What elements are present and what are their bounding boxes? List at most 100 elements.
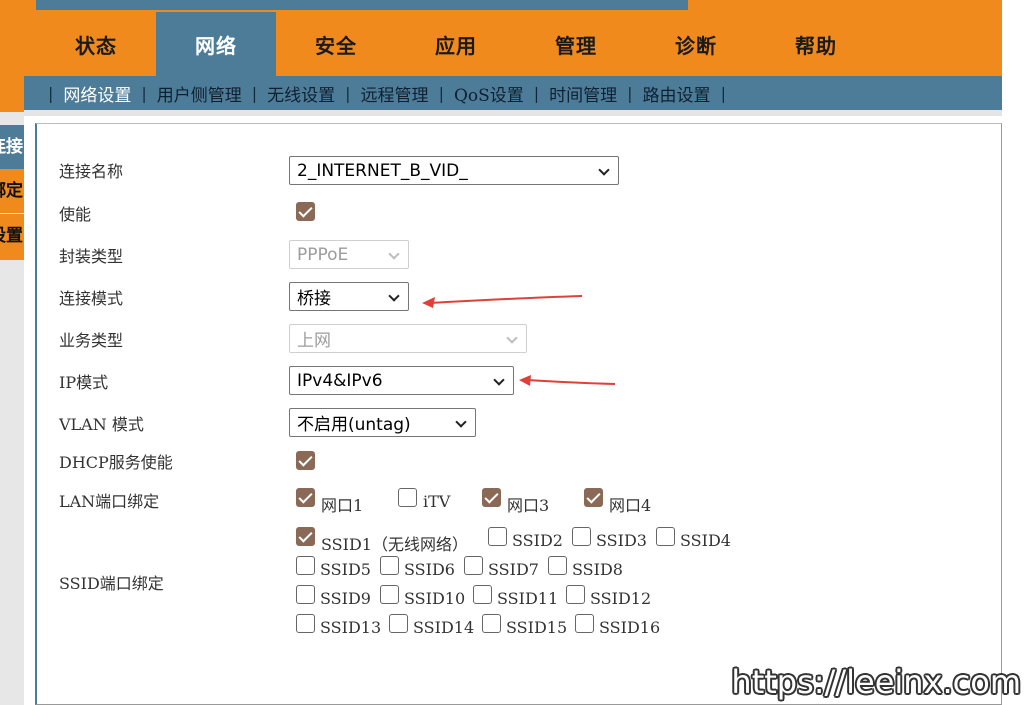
ssid-10-label: SSID10 — [404, 589, 466, 608]
ssid-12-label: SSID12 — [590, 589, 652, 608]
chevron-down-icon — [506, 332, 518, 344]
chevron-down-icon — [598, 164, 610, 176]
connection-mode-value: 桥接 — [297, 289, 331, 309]
ssid-7-checkbox[interactable] — [464, 556, 483, 575]
lan-binding-label: LAN端口绑定 — [59, 492, 160, 511]
ssid-13-checkbox[interactable] — [296, 614, 315, 633]
sub-tab-qos[interactable]: QoS设置 — [454, 81, 524, 106]
sub-nav-separator: | — [141, 83, 147, 103]
ip-mode-label: IP模式 — [59, 373, 109, 392]
ssid-15-checkbox[interactable] — [482, 614, 501, 633]
main-tab-security[interactable]: 安全 — [276, 12, 396, 76]
wan-settings-form: 连接名称 2_INTERNET_B_VID_ 使能 封装类型 PPPoE 连接模… — [35, 123, 1002, 705]
ssid-2-checkbox[interactable] — [488, 527, 507, 546]
main-tab-status[interactable]: 状态 — [36, 12, 156, 76]
sub-tab-user-side[interactable]: 用户侧管理 — [157, 81, 242, 106]
ip-mode-select[interactable]: IPv4&IPv6 — [289, 366, 514, 395]
annotation-arrow-icon — [422, 295, 583, 308]
main-tab-applications[interactable]: 应用 — [396, 12, 516, 76]
ssid-16-checkbox[interactable] — [575, 614, 594, 633]
ssid-11-label: SSID11 — [497, 589, 559, 608]
sub-nav-separator: | — [251, 83, 258, 103]
ssid-11-checkbox[interactable] — [473, 585, 492, 604]
vlan-mode-select[interactable]: 不启用(untag) — [289, 408, 476, 437]
main-tab-diagnostics[interactable]: 诊断 — [636, 12, 756, 76]
enable-checkbox[interactable] — [296, 202, 315, 221]
lan-port-4-checkbox[interactable] — [584, 488, 603, 507]
lan-port-3-label: 网口3 — [507, 496, 550, 515]
sub-nav-separator: | — [345, 83, 351, 103]
ssid-15-label: SSID15 — [506, 618, 568, 637]
ssid-6-checkbox[interactable] — [380, 556, 399, 575]
lan-port-3-checkbox[interactable] — [482, 488, 501, 507]
connection-name-value: 2_INTERNET_B_VID_ — [297, 160, 468, 181]
ssid-14-label: SSID14 — [413, 618, 475, 637]
ssid-4-label: SSID4 — [680, 531, 731, 550]
ip-mode-value: IPv4&IPv6 — [297, 370, 383, 391]
top-header-stripe — [36, 0, 688, 10]
sub-tab-time[interactable]: 时间管理 — [549, 81, 617, 106]
ssid-5-checkbox[interactable] — [296, 556, 315, 575]
side-nav-item-connection[interactable]: 连接 — [0, 125, 24, 169]
dhcp-checkbox[interactable] — [296, 451, 315, 470]
ssid-1-label: SSID1（无线网络） — [321, 535, 468, 554]
ssid-7-label: SSID7 — [488, 560, 539, 579]
enable-label: 使能 — [59, 205, 92, 224]
main-tab-network[interactable]: 网络 — [156, 12, 276, 76]
sub-tab-routing[interactable]: 路由设置 — [643, 81, 711, 106]
sub-nav-separator: | — [48, 83, 54, 103]
ssid-9-checkbox[interactable] — [296, 585, 315, 604]
ssid-2-label: SSID2 — [512, 531, 563, 550]
ssid-8-label: SSID8 — [572, 560, 623, 579]
side-nav-item-settings[interactable]: 设置 — [0, 214, 24, 260]
chevron-down-icon — [388, 248, 400, 260]
annotation-arrow-icon — [519, 375, 616, 386]
chevron-down-icon — [455, 416, 467, 428]
sub-nav-separator: | — [438, 83, 444, 103]
main-tab-management[interactable]: 管理 — [516, 12, 636, 76]
sub-nav-stripe — [24, 110, 1002, 116]
service-type-label: 业务类型 — [59, 331, 124, 350]
ssid-12-checkbox[interactable] — [566, 585, 585, 604]
ssid-13-label: SSID13 — [320, 618, 382, 637]
lan-port-1-checkbox[interactable] — [296, 488, 315, 507]
ssid-5-label: SSID5 — [320, 560, 371, 579]
ssid-1-checkbox[interactable] — [296, 527, 315, 546]
ssid-10-checkbox[interactable] — [380, 585, 399, 604]
watermark: https://leeinx.com — [731, 663, 1021, 701]
lan-port-itv-label: iTV — [423, 492, 451, 511]
sub-tab-remote[interactable]: 远程管理 — [361, 81, 429, 106]
ssid-14-checkbox[interactable] — [389, 614, 408, 633]
ssid-9-label: SSID9 — [320, 589, 371, 608]
connection-mode-select[interactable]: 桥接 — [289, 282, 409, 311]
ssid-8-checkbox[interactable] — [548, 556, 567, 575]
ssid-3-checkbox[interactable] — [572, 527, 591, 546]
lan-port-1-label: 网口1 — [321, 496, 364, 515]
connection-mode-label: 连接模式 — [59, 289, 124, 308]
service-type-value: 上网 — [297, 331, 331, 351]
encap-type-select: PPPoE — [289, 240, 409, 269]
sub-tab-wireless[interactable]: 无线设置 — [267, 81, 335, 106]
sub-nav-separator: | — [627, 83, 633, 103]
side-nav-item-binding[interactable]: 绑定 — [0, 169, 24, 213]
sub-nav-separator: | — [720, 83, 726, 103]
chevron-down-icon — [388, 290, 400, 302]
lan-port-itv-checkbox[interactable] — [398, 488, 417, 507]
encap-type-label: 封装类型 — [59, 247, 124, 266]
connection-name-label: 连接名称 — [59, 162, 124, 181]
ssid-3-label: SSID3 — [596, 531, 647, 550]
service-type-select: 上网 — [289, 324, 527, 353]
chevron-down-icon — [493, 374, 505, 386]
ssid-16-label: SSID16 — [599, 618, 661, 637]
ssid-6-label: SSID6 — [404, 560, 455, 579]
main-tab-help[interactable]: 帮助 — [756, 12, 876, 76]
ssid-4-checkbox[interactable] — [656, 527, 675, 546]
encap-type-value: PPPoE — [297, 244, 349, 265]
vlan-mode-value: 不启用(untag) — [297, 415, 411, 435]
sub-nav: | 网络设置 | 用户侧管理 | 无线设置 | 远程管理 | QoS设置 | 时… — [24, 76, 1002, 110]
lan-port-4-label: 网口4 — [609, 496, 652, 515]
sub-tab-network-settings[interactable]: 网络设置 — [63, 81, 131, 106]
connection-name-select[interactable]: 2_INTERNET_B_VID_ — [289, 156, 619, 185]
ssid-binding-label: SSID端口绑定 — [59, 574, 164, 593]
left-strip-orange — [0, 0, 24, 112]
